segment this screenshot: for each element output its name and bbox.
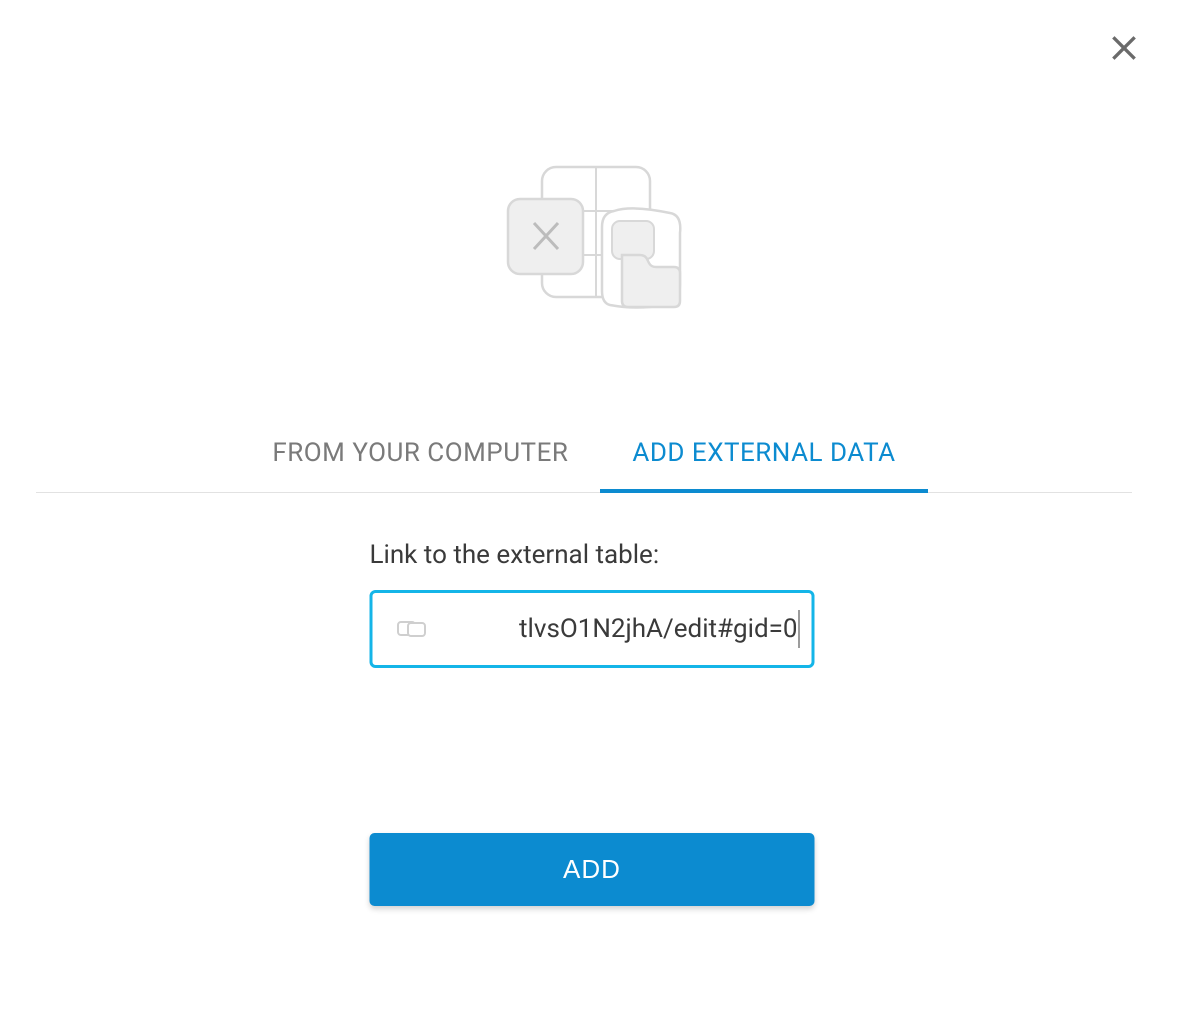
tab-add-external-data[interactable]: ADD EXTERNAL DATA (600, 420, 927, 492)
data-files-illustration (482, 155, 702, 315)
close-button[interactable] (1104, 28, 1144, 68)
add-button[interactable]: ADD (370, 833, 815, 906)
external-url-input[interactable] (437, 614, 798, 644)
tab-from-computer[interactable]: FROM YOUR COMPUTER (240, 420, 600, 492)
tab-bar: FROM YOUR COMPUTER ADD EXTERNAL DATA (36, 420, 1132, 493)
close-icon (1108, 32, 1140, 64)
link-icon (397, 618, 427, 640)
text-cursor (799, 610, 800, 648)
external-data-form: Link to the external table: (370, 540, 815, 668)
url-input-wrapper[interactable] (370, 590, 815, 668)
url-input-label: Link to the external table: (370, 540, 815, 570)
